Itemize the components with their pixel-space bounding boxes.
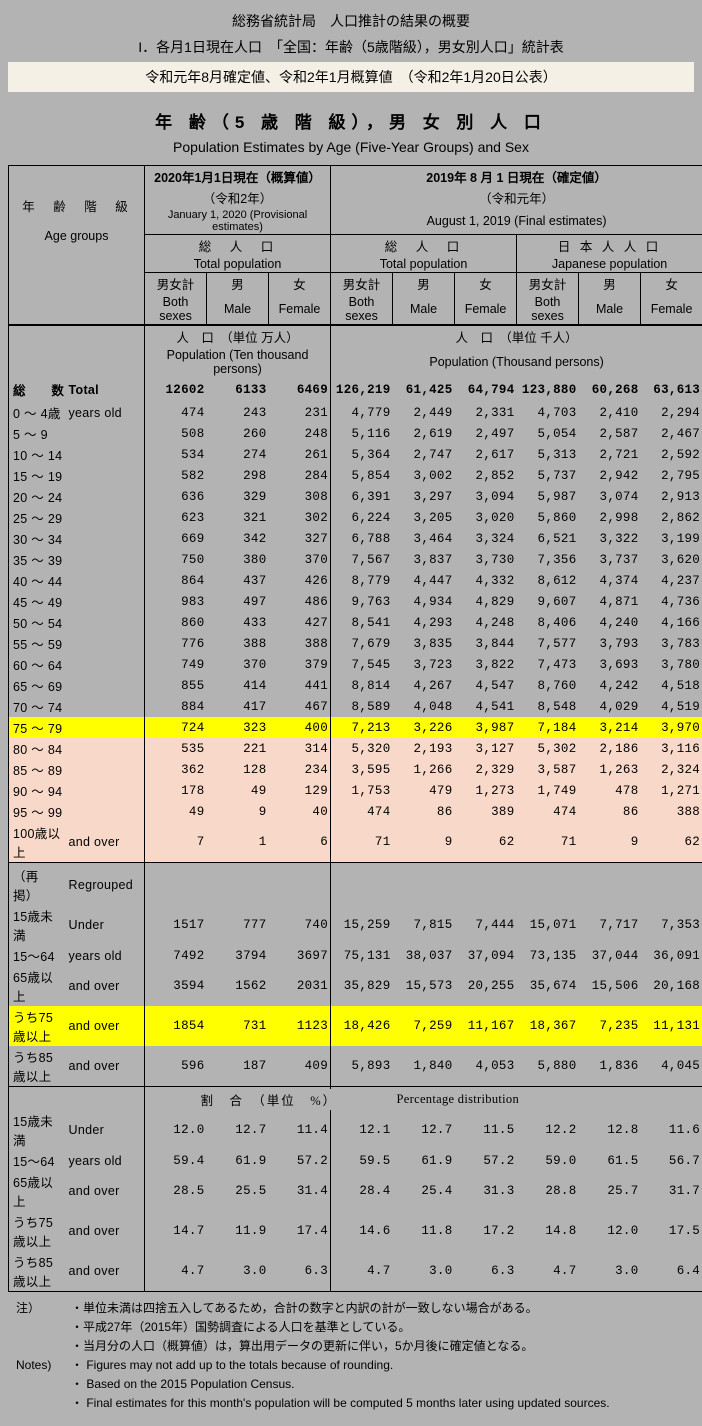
table-row: 65歳以上and over 359415622031 35,82915,5732… <box>9 966 702 1006</box>
hdr-f1: 女 <box>269 273 331 295</box>
table-row: 40 ～ 44 864437426 8,7794,4474,332 8,6124… <box>9 570 702 591</box>
note-e3: ・ Final estimates for this month's popul… <box>16 1393 686 1412</box>
hdr-bs3: 男女計 <box>517 273 579 295</box>
hdr-bse2: Both sexes <box>331 294 393 325</box>
title-ja: 年 齢（5 歳 階 級），男 女 別 人 口 <box>8 94 694 136</box>
hdr-me3: Male <box>579 294 641 325</box>
unit-1k-ja: 人 口 （単位 千人） <box>331 325 702 347</box>
table-row: 10 ～ 14 534274261 5,3642,7472,617 5,3132… <box>9 444 702 465</box>
table-row: 30 ～ 34 669342327 6,7883,4643,324 6,5213… <box>9 528 702 549</box>
hdr-f2: 女 <box>455 273 517 295</box>
hdr-m2: 男 <box>393 273 455 295</box>
table-row: 25 ～ 29 623321302 6,2243,2053,020 5,8602… <box>9 507 702 528</box>
table-row: 15～64years old 59.461.957.2 59.561.957.2… <box>9 1150 702 1171</box>
header-date: 令和元年8月確定値、令和2年1月概算値 （令和2年1月20日公表） <box>8 62 694 92</box>
table-row: 65 ～ 69 855414441 8,8144,2674,547 8,7604… <box>9 675 702 696</box>
unit-10k-ja: 人 口 （単位 万人） <box>145 325 331 347</box>
table-row: うち85歳以上and over 596187409 5,8931,8404,05… <box>9 1046 702 1087</box>
hdr-agegroups-en: Age groups <box>11 229 142 243</box>
hdr-bse3: Both sexes <box>517 294 579 325</box>
table-row: 15～64years old 749237943697 75,13138,037… <box>9 945 702 966</box>
hdr-totpop1-en: Total population <box>145 256 331 273</box>
table-row: 80 ～ 84 535221314 5,3202,1933,127 5,3022… <box>9 738 702 759</box>
table-row: 15歳未満Under 1517777740 15,2597,8157,444 1… <box>9 905 702 945</box>
header-org: 総務省統計局 人口推計の結果の概要 <box>8 8 694 34</box>
hdr-fe1: Female <box>269 294 331 325</box>
regroup-header: （再 掲）Regrouped <box>9 865 702 905</box>
table-row: 15 ～ 19 582298284 5,8543,0022,852 5,7372… <box>9 465 702 486</box>
hdr-f3: 女 <box>641 273 702 295</box>
table-row: 15歳未満Under 12.012.711.4 12.112.711.5 12.… <box>9 1110 702 1150</box>
hdr-agegroups-ja: 年 齢 階 級 <box>11 196 142 215</box>
table-row: 55 ～ 59 776388388 7,6793,8353,844 7,5773… <box>9 633 702 654</box>
hdr-fe3: Female <box>641 294 702 325</box>
hdr-m3: 男 <box>579 273 641 295</box>
note-j2: ・平成27年（2015年）国勢調査による人口を基準としている。 <box>16 1317 686 1336</box>
hdr-jan2020: January 1, 2020 (Provisional estimates) <box>145 208 331 235</box>
table-row: 70 ～ 74 884417467 8,5894,0484,541 8,5484… <box>9 696 702 717</box>
notes-label-ja: 注） <box>16 1299 71 1316</box>
hdr-reiwa2: （令和2年） <box>145 187 331 208</box>
population-table: 年 齢 階 級 Age groups 2020年1月1日現在（概算値） 2019年… <box>8 165 702 1292</box>
unit-10k-en: Population (Ten thousand persons) <box>145 347 331 377</box>
hdr-bs2: 男女計 <box>331 273 393 295</box>
table-row: 75 ～ 79 724323400 7,2133,2263,987 7,1843… <box>9 717 702 738</box>
hdr-reiwa1: （令和元年） <box>331 187 702 208</box>
hdr-2020: 2020年1月1日現在（概算値） <box>145 166 331 188</box>
hdr-jppop-ja: 日 本 人 人 口 <box>517 235 702 257</box>
header-section: I．各月1日現在人口 「全国：年齢（5歳階級），男女別人口」統計表 <box>8 34 694 60</box>
table-row: 65歳以上and over 28.525.531.4 28.425.431.3 … <box>9 1171 702 1211</box>
hdr-m1: 男 <box>207 273 269 295</box>
note-j3: ・当月分の人口（概算値）は，算出用データの更新に伴い，5か月後に確定値となる。 <box>16 1336 686 1355</box>
total-row: 総 数Total 1260261336469 126,21961,42564,7… <box>9 379 702 400</box>
hdr-bs1: 男女計 <box>145 273 207 295</box>
title-en: Population Estimates by Age (Five-Year G… <box>8 136 694 165</box>
table-row: 20 ～ 24 636329308 6,3913,2973,094 5,9873… <box>9 486 702 507</box>
notes: 注）・単位未満は四捨五入してあるため，合計の数字と内訳の計が一致しない場合がある… <box>8 1292 694 1418</box>
table-row: うち75歳以上and over 14.711.917.4 14.611.817.… <box>9 1211 702 1251</box>
note-j1: ・単位未満は四捨五入してあるため，合計の数字と内訳の計が一致しない場合がある。 <box>71 1301 538 1315</box>
hdr-totpop2-ja: 総 人 口 <box>331 235 517 257</box>
table-row: うち75歳以上and over 18547311123 18,4267,2591… <box>9 1006 702 1046</box>
hdr-totpop2-en: Total population <box>331 256 517 273</box>
unit-1k-en: Population (Thousand persons) <box>331 347 702 377</box>
notes-label-en: Notes) <box>16 1358 71 1372</box>
table-row: 35 ～ 39 750380370 7,5673,8373,730 7,3563… <box>9 549 702 570</box>
hdr-bse1: Both sexes <box>145 294 207 325</box>
table-row: 90 ～ 94 17849129 1,7534791,273 1,7494781… <box>9 780 702 801</box>
pct-header: 割 合 （単位 %）Percentage distribution <box>9 1089 702 1110</box>
table-row: 0 ～ 4歳years old 474243231 4,7792,4492,33… <box>9 402 702 423</box>
table-row: 100歳以上and over 716 71962 71962 <box>9 822 702 863</box>
hdr-me2: Male <box>393 294 455 325</box>
table-row: 60 ～ 64 749370379 7,5453,7233,822 7,4733… <box>9 654 702 675</box>
table-row: うち85歳以上and over 4.73.06.3 4.73.06.3 4.73… <box>9 1251 702 1292</box>
table-body: 総 数Total 1260261336469 126,21961,42564,7… <box>9 377 702 1292</box>
hdr-me1: Male <box>207 294 269 325</box>
table-row: 50 ～ 54 860433427 8,5414,2934,248 8,4064… <box>9 612 702 633</box>
table-row: 45 ～ 49 983497486 9,7634,9344,829 9,6074… <box>9 591 702 612</box>
table-row: 95 ～ 99 49940 47486389 47486388 <box>9 801 702 822</box>
hdr-2019: 2019年 8 月 1 日現在（確定値） <box>331 166 702 188</box>
note-e2: ・ Based on the 2015 Population Census. <box>16 1374 686 1393</box>
hdr-fe2: Female <box>455 294 517 325</box>
note-e1: ・ Figures may not add up to the totals b… <box>71 1358 393 1372</box>
hdr-aug2019: August 1, 2019 (Final estimates) <box>331 208 702 235</box>
table-row: 5 ～ 9 508260248 5,1162,6192,497 5,0542,5… <box>9 423 702 444</box>
hdr-jppop-en: Japanese population <box>517 256 702 273</box>
table-row: 85 ～ 89 362128234 3,5951,2662,329 3,5871… <box>9 759 702 780</box>
hdr-totpop1-ja: 総 人 口 <box>145 235 331 257</box>
